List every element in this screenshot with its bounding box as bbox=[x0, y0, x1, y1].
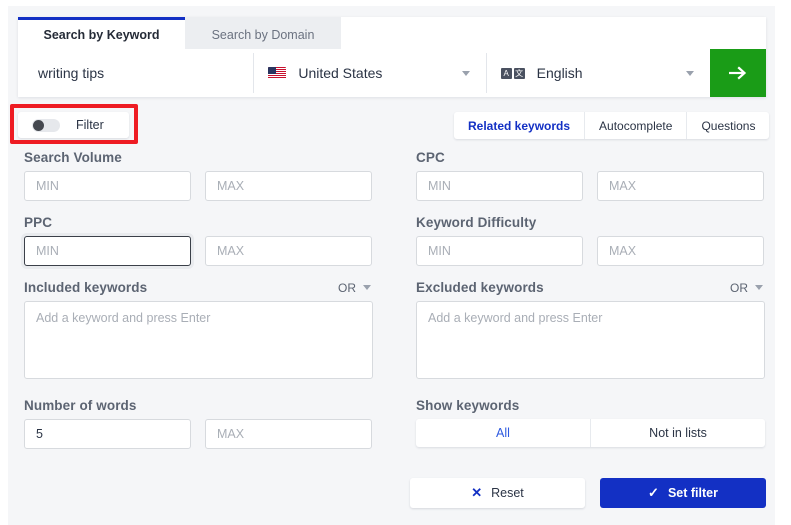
language-dropdown-label: English bbox=[536, 65, 583, 81]
ppc-max-input[interactable] bbox=[205, 236, 372, 266]
tab-autocomplete-label: Autocomplete bbox=[599, 118, 673, 133]
filter-switch-knob bbox=[33, 119, 44, 131]
number-of-words-max-input[interactable] bbox=[205, 419, 372, 449]
cpc-min-input[interactable] bbox=[416, 171, 583, 201]
keyword-difficulty-min-input[interactable] bbox=[416, 236, 583, 266]
excluded-keywords-logic-label: OR bbox=[730, 281, 748, 295]
filter-column-left: Search Volume PPC Included keywords OR bbox=[24, 150, 373, 463]
show-keywords-label: Show keywords bbox=[416, 398, 520, 413]
excluded-keywords-logic-dropdown[interactable]: OR bbox=[730, 281, 765, 295]
page-left-gutter bbox=[0, 0, 8, 525]
reset-button-label: Reset bbox=[491, 486, 524, 500]
chevron-down-icon bbox=[461, 71, 470, 76]
filter-column-right: CPC Keyword Difficulty Excluded keywords… bbox=[416, 150, 765, 461]
keyword-difficulty-max-input[interactable] bbox=[597, 236, 764, 266]
excluded-keywords-textarea[interactable] bbox=[416, 301, 765, 379]
filter-number-of-words: Number of words bbox=[24, 398, 373, 449]
excluded-keywords-label: Excluded keywords OR bbox=[416, 280, 765, 295]
show-keywords-option-not-in-lists-label: Not in lists bbox=[649, 426, 707, 440]
filter-excluded-keywords: Excluded keywords OR bbox=[416, 280, 765, 384]
arrow-right-icon bbox=[729, 66, 747, 80]
included-keywords-logic-dropdown[interactable]: OR bbox=[338, 281, 373, 295]
filter-cpc: CPC bbox=[416, 150, 765, 201]
cpc-max-input[interactable] bbox=[597, 171, 764, 201]
show-keywords-option-all-label: All bbox=[496, 426, 510, 440]
search-row: United States A文 English bbox=[18, 49, 766, 97]
included-keywords-label: Included keywords OR bbox=[24, 280, 373, 295]
keyword-input[interactable] bbox=[18, 49, 254, 97]
keyword-difficulty-label: Keyword Difficulty bbox=[416, 215, 537, 230]
close-icon: ✕ bbox=[471, 485, 483, 500]
filter-keyword-difficulty: Keyword Difficulty bbox=[416, 215, 765, 266]
reset-button[interactable]: ✕ Reset bbox=[410, 478, 585, 508]
ppc-min-input[interactable] bbox=[24, 236, 191, 266]
language-dropdown[interactable]: A文 English bbox=[486, 49, 710, 97]
filter-search-volume: Search Volume bbox=[24, 150, 373, 201]
tab-search-by-keyword-label: Search by Keyword bbox=[43, 27, 160, 42]
chevron-down-icon bbox=[363, 284, 371, 290]
tab-questions-label: Questions bbox=[701, 118, 756, 133]
tab-search-by-keyword[interactable]: Search by Keyword bbox=[18, 17, 185, 49]
country-dropdown[interactable]: United States bbox=[254, 49, 486, 97]
tab-questions[interactable]: Questions bbox=[686, 112, 769, 139]
page-top-gutter bbox=[0, 0, 791, 6]
tab-related-keywords-label: Related keywords bbox=[468, 118, 571, 133]
search-volume-max-input[interactable] bbox=[205, 171, 372, 201]
filter-toggle-label: Filter bbox=[76, 118, 104, 132]
set-filter-button[interactable]: ✓ Set filter bbox=[600, 478, 766, 508]
filter-switch[interactable] bbox=[32, 118, 60, 132]
search-volume-min-input[interactable] bbox=[24, 171, 191, 201]
search-mode-tabs: Search by Keyword Search by Domain bbox=[18, 17, 341, 49]
us-flag-icon bbox=[268, 67, 287, 79]
filter-toggle[interactable]: Filter bbox=[18, 112, 129, 138]
number-of-words-label: Number of words bbox=[24, 398, 137, 413]
filter-actions: ✕ Reset ✓ Set filter bbox=[410, 478, 766, 508]
search-submit-button[interactable] bbox=[710, 49, 766, 97]
result-type-tabs: Related keywords Autocomplete Questions bbox=[454, 112, 770, 139]
tab-related-keywords[interactable]: Related keywords bbox=[454, 112, 584, 139]
translate-icon: A文 bbox=[500, 67, 525, 79]
show-keywords-segmented-control: All Not in lists bbox=[416, 419, 765, 447]
set-filter-button-label: Set filter bbox=[667, 486, 718, 500]
number-of-words-min-input[interactable] bbox=[24, 419, 191, 449]
tab-search-by-domain-label: Search by Domain bbox=[211, 27, 315, 42]
ppc-label: PPC bbox=[24, 215, 53, 230]
filter-panel-screen: Search by Keyword Search by Domain Unite… bbox=[0, 0, 791, 525]
country-dropdown-label: United States bbox=[298, 65, 383, 81]
filter-included-keywords: Included keywords OR bbox=[24, 280, 373, 384]
search-volume-label: Search Volume bbox=[24, 150, 122, 165]
filter-ppc: PPC bbox=[24, 215, 373, 266]
show-keywords-option-not-in-lists[interactable]: Not in lists bbox=[590, 419, 765, 447]
tab-search-by-domain[interactable]: Search by Domain bbox=[185, 17, 341, 49]
tab-autocomplete[interactable]: Autocomplete bbox=[584, 112, 686, 139]
cpc-label: CPC bbox=[416, 150, 445, 165]
filter-show-keywords: Show keywords All Not in lists bbox=[416, 398, 765, 447]
show-keywords-option-all[interactable]: All bbox=[416, 419, 590, 447]
chevron-down-icon bbox=[755, 284, 763, 290]
chevron-down-icon bbox=[686, 71, 694, 76]
page-right-gutter bbox=[775, 0, 791, 525]
check-icon: ✓ bbox=[648, 485, 659, 500]
included-keywords-textarea[interactable] bbox=[24, 301, 373, 379]
included-keywords-logic-label: OR bbox=[338, 281, 356, 295]
